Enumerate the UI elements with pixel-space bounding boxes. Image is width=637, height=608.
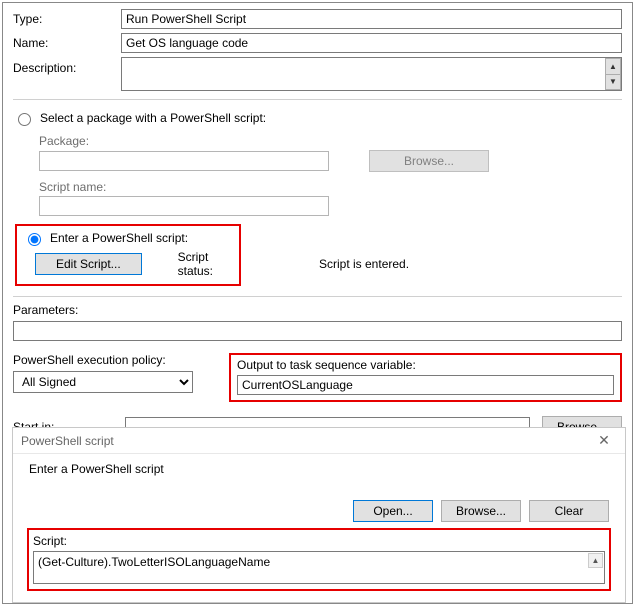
scriptname-field <box>39 196 329 216</box>
divider <box>13 296 622 297</box>
output-var-label: Output to task sequence variable: <box>231 355 620 372</box>
enter-script-highlight: Enter a PowerShell script: Edit Script..… <box>15 224 241 286</box>
package-label: Package: <box>39 134 632 148</box>
select-package-radio[interactable] <box>18 113 31 126</box>
dialog-titlebar: PowerShell script ✕ <box>13 428 625 454</box>
description-label: Description: <box>13 57 121 75</box>
scroll-up-icon[interactable]: ▲ <box>588 553 603 568</box>
dialog-title: PowerShell script <box>21 434 114 448</box>
close-icon[interactable]: ✕ <box>583 428 625 454</box>
exec-policy-select[interactable]: All Signed <box>13 371 193 393</box>
script-textarea[interactable]: (Get-Culture).TwoLetterISOLanguageName <box>34 552 604 580</box>
browse-package-button: Browse... <box>369 150 489 172</box>
name-label: Name: <box>13 36 121 50</box>
clear-button[interactable]: Clear <box>529 500 609 522</box>
scriptname-label: Script name: <box>39 180 632 194</box>
name-field[interactable] <box>121 33 622 53</box>
enter-script-radio-label: Enter a PowerShell script: <box>50 231 188 245</box>
script-status-value: Script is entered. <box>319 257 409 271</box>
select-package-radio-label: Select a package with a PowerShell scrip… <box>40 111 266 125</box>
parameters-field[interactable] <box>13 321 622 341</box>
exec-policy-label: PowerShell execution policy: <box>13 353 199 367</box>
open-button[interactable]: Open... <box>353 500 433 522</box>
parameters-label: Parameters: <box>13 303 78 317</box>
browse-button[interactable]: Browse... <box>441 500 521 522</box>
type-label: Type: <box>13 12 121 26</box>
enter-script-radio[interactable] <box>28 233 41 246</box>
package-field <box>39 151 329 171</box>
script-highlight: Script: (Get-Culture).TwoLetterISOLangua… <box>27 528 611 591</box>
script-status-label: Script status: <box>178 250 233 278</box>
type-field[interactable] <box>121 9 622 29</box>
properties-panel: Type: Name: Description: ▲ ▼ Select a pa… <box>2 2 633 604</box>
output-var-highlight: Output to task sequence variable: <box>229 353 622 402</box>
powershell-script-dialog: PowerShell script ✕ Enter a PowerShell s… <box>12 427 626 603</box>
spin-down-icon[interactable]: ▼ <box>605 75 621 91</box>
script-label: Script: <box>33 532 605 551</box>
edit-script-button[interactable]: Edit Script... <box>35 253 142 275</box>
output-var-field[interactable] <box>237 375 614 395</box>
description-spin: ▲ ▼ <box>605 58 621 90</box>
spin-up-icon[interactable]: ▲ <box>605 58 621 75</box>
description-field[interactable] <box>121 57 622 91</box>
divider <box>13 99 622 100</box>
dialog-prompt: Enter a PowerShell script <box>29 462 609 476</box>
